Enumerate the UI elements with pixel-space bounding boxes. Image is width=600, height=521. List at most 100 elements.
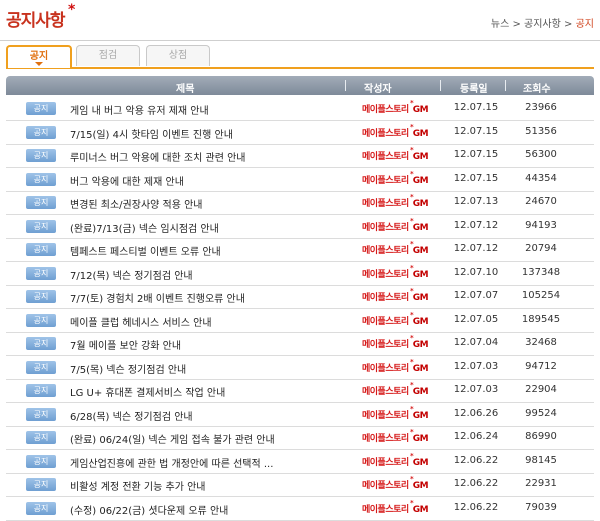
notice-views: 99524: [525, 407, 557, 419]
notice-subject-link[interactable]: (완료) 06/24(일) 넥슨 게임 접속 불가 관련 안내: [70, 431, 275, 446]
notice-date: 12.07.15: [453, 102, 499, 113]
notice-badge: 공지: [26, 219, 56, 233]
notice-views: 56300: [525, 149, 557, 160]
author-gm-label: 메이플스토리 * GM: [362, 263, 429, 280]
notice-date: 12.07.12: [453, 219, 499, 231]
notice-subject-link[interactable]: 비활성 계정 전환 기능 추가 안내: [70, 478, 206, 493]
gm-star-icon: *: [410, 263, 414, 272]
column-views: 조회수: [523, 84, 551, 95]
notice-subject-link[interactable]: (수정) 06/22(금) 셧다운제 오류 안내: [70, 502, 228, 517]
table-row: 공지 비활성 계정 전환 기능 추가 안내 메이플스토리 * GM 12.06.22 229…: [6, 473, 594, 497]
author-gm-label: 메이플스토리 * GM: [362, 310, 429, 327]
notice-subject-link[interactable]: 7월 메이플 보안 강화 안내: [70, 337, 181, 352]
notice-subject-link[interactable]: 게임산업진흥에 관한 법 개정안에 따른 선택적 ...: [70, 455, 273, 470]
notice-badge: 공지: [26, 102, 56, 115]
notice-badge: 공지: [26, 172, 56, 186]
notice-subject-link[interactable]: 루미너스 버그 악용에 대한 조치 관련 안내: [70, 149, 245, 164]
notice-badge: 공지: [26, 313, 56, 327]
gm-star-icon: *: [410, 475, 414, 483]
table-row: 공지 메이플 클럽 헤네시스 서비스 안내 메이플스토리 * GM 12.07.05 189…: [6, 309, 594, 333]
table-row: 공지 LG U+ 휴대폰 결제서비스 작업 안내 메이플스토리 * GM 12.07.03…: [6, 379, 594, 403]
gm-star-icon: *: [410, 498, 414, 507]
author-gm-label: 메이플스토리 * GM: [362, 146, 429, 162]
notice-date: 12.07.07: [453, 290, 499, 301]
column-divider: [345, 80, 346, 91]
gm-star-icon: *: [410, 357, 414, 366]
column-author: 작성자: [364, 84, 392, 95]
notice-subject-link[interactable]: LG U+ 휴대폰 결제서비스 작업 안내: [70, 384, 225, 399]
notice-badge: 공지: [26, 337, 56, 350]
table-row: 공지 (완료) 06/24(일) 넥슨 게임 접속 불가 관련 안내 메이플스토리 *…: [6, 426, 594, 450]
author-gm-label: 메이플스토리 * GM: [362, 122, 429, 139]
gm-star-icon: *: [410, 334, 414, 342]
table-row: 공지 버그 악용에 대한 제재 안내 메이플스토리 * GM 12.07.15 44354: [6, 168, 594, 192]
author-gm-label: 메이플스토리 * GM: [362, 475, 429, 491]
notice-subject-link[interactable]: 7/5(목) 넥슨 정기점검 안내: [70, 361, 186, 376]
notice-badge: 공지: [26, 384, 56, 397]
notice-views: 24670: [525, 196, 557, 207]
notice-subject-link[interactable]: 변경된 최소/권장사양 적용 안내: [70, 196, 203, 211]
notice-subject-link[interactable]: (완료)7/13(금) 넥슨 임시점검 안내: [70, 220, 219, 235]
notice-badge: 공지: [26, 125, 56, 139]
notice-views: 44354: [525, 172, 557, 184]
notice-views: 189545: [521, 313, 561, 325]
notice-subject-link[interactable]: 7/7(토) 경험치 2배 이벤트 진행오류 안내: [70, 290, 245, 305]
notice-subject-link[interactable]: 메이플 클럽 헤네시스 서비스 안내: [70, 314, 212, 329]
notice-views: 105254: [521, 290, 561, 301]
notice-badge: 공지: [26, 360, 56, 374]
notice-subject-link[interactable]: 템페스트 페스티벌 이벤트 오류 안내: [70, 243, 221, 258]
table-header: 제목 작성자 등록일 조회수: [6, 76, 594, 95]
breadcrumb-separator: >: [560, 19, 576, 30]
notice-badge: 공지: [26, 196, 56, 209]
notice-date: 12.06.22: [453, 478, 499, 489]
column-date: 등록일: [460, 84, 488, 95]
gm-star-icon: *: [410, 404, 414, 413]
notice-badge: 공지: [26, 266, 56, 280]
notice-views: 22904: [525, 384, 557, 395]
notice-views: 23966: [525, 102, 557, 113]
breadcrumb-separator: >: [509, 19, 525, 30]
notice-views: 98145: [525, 454, 557, 466]
notice-badge: 공지: [26, 501, 56, 515]
tab-maintenance[interactable]: 점검: [76, 45, 140, 66]
column-divider: [505, 80, 506, 91]
gm-star-icon: *: [410, 428, 414, 436]
notice-views: 22931: [525, 478, 557, 489]
author-gm-label: 메이플스토리 * GM: [362, 334, 429, 350]
author-gm-label: 메이플스토리 * GM: [362, 451, 429, 468]
notice-views: 137348: [521, 266, 561, 278]
gm-star-icon: *: [410, 451, 414, 460]
notice-subject-link[interactable]: 버그 악용에 대한 제재 안내: [70, 173, 184, 188]
table-row: 공지 (완료)7/13(금) 넥슨 임시점검 안내 메이플스토리 * GM 12.07.1…: [6, 215, 594, 239]
notice-badge: 공지: [26, 454, 56, 468]
breadcrumb: 뉴스 > 공지사항 > 공지: [491, 15, 594, 30]
breadcrumb-news[interactable]: 뉴스: [491, 19, 509, 30]
author-gm-label: 메이플스토리 * GM: [362, 498, 429, 515]
notice-date: 12.07.05: [453, 313, 499, 325]
notice-subject-link[interactable]: 7/15(일) 4시 핫타임 이벤트 진행 안내: [70, 126, 233, 141]
notice-views: 94193: [525, 219, 557, 231]
notice-date: 12.06.26: [453, 407, 499, 419]
gm-star-icon: *: [410, 99, 414, 107]
notice-views: 79039: [525, 501, 557, 513]
author-gm-label: 메이플스토리 * GM: [362, 428, 429, 444]
table-row: 공지 7/7(토) 경험치 2배 이벤트 진행오류 안내 메이플스토리 * GM 12.0…: [6, 285, 594, 309]
breadcrumb-notice[interactable]: 공지사항: [524, 19, 561, 30]
table-row: 공지 템페스트 페스티벌 이벤트 오류 안내 메이플스토리 * GM 12.07.12 20…: [6, 238, 594, 262]
author-gm-label: 메이플스토리 * GM: [362, 240, 429, 256]
gm-star-icon: *: [410, 193, 414, 201]
table-row: 공지 (수정) 06/22(금) 셧다운제 오류 안내 메이플스토리 * GM 12.06…: [6, 497, 594, 521]
notice-subject-link[interactable]: 6/28(목) 넥슨 정기점검 안내: [70, 408, 193, 423]
author-gm-label: 메이플스토리 * GM: [362, 99, 429, 115]
notice-subject-link[interactable]: 7/12(목) 넥슨 정기점검 안내: [70, 267, 193, 282]
notice-date: 12.06.22: [453, 454, 499, 466]
notice-date: 12.07.03: [453, 384, 499, 395]
notice-date: 12.07.15: [453, 172, 499, 184]
notice-views: 51356: [525, 125, 557, 137]
notice-subject-link[interactable]: 게임 내 버그 악용 유저 제재 안내: [70, 102, 209, 117]
tab-notice[interactable]: 공지: [6, 45, 72, 68]
gm-star-icon: *: [410, 169, 414, 178]
notice-date: 12.07.03: [453, 360, 499, 372]
gm-star-icon: *: [410, 122, 414, 131]
tab-shop[interactable]: 상점: [146, 45, 210, 66]
